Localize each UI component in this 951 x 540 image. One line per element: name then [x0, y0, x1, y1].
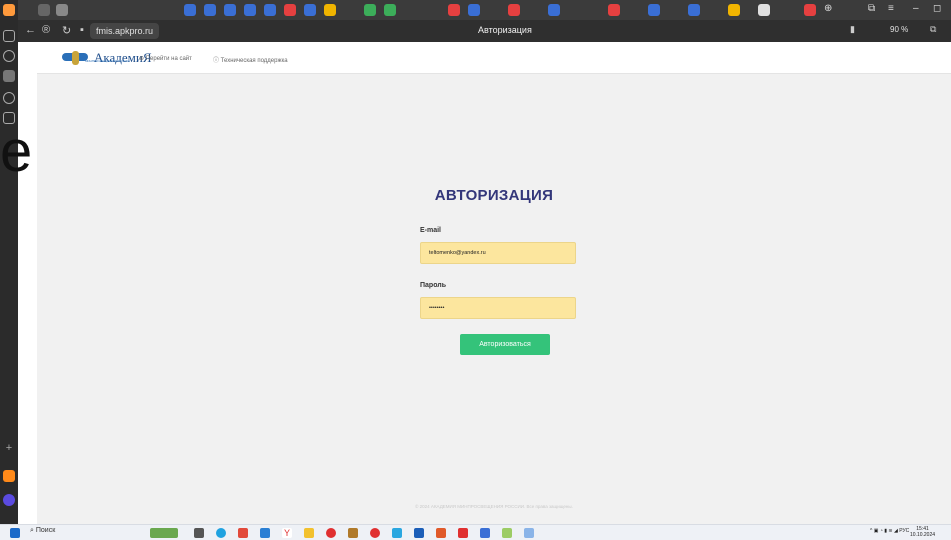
- tab-favicon[interactable]: [728, 4, 740, 16]
- url-text: fmis.apkpro.ru: [96, 26, 154, 36]
- address-bar-row: ← ® ↻ ▪ fmis.apkpro.ru Авторизация ▮ 90 …: [18, 20, 951, 42]
- app-icon[interactable]: [414, 528, 424, 538]
- tab-list-icon[interactable]: ⧉: [868, 3, 875, 14]
- tab-favicon[interactable]: [204, 4, 216, 16]
- notification-icon[interactable]: [3, 4, 15, 16]
- history-icon[interactable]: [3, 92, 15, 104]
- taskbar-search[interactable]: ⌕ Поиск: [30, 527, 55, 535]
- overlay-letter: e: [0, 119, 33, 184]
- browser-sidebar: +: [0, 0, 18, 524]
- add-icon[interactable]: +: [3, 442, 15, 454]
- extensions-icon[interactable]: ⧉: [930, 24, 936, 35]
- opera-icon[interactable]: [370, 528, 380, 538]
- reload-icon[interactable]: ↻: [62, 24, 71, 37]
- back-icon[interactable]: ←: [25, 24, 36, 36]
- tab-favicon[interactable]: [384, 4, 396, 16]
- go-to-site-link[interactable]: ⊕ Перейти на сайт: [139, 55, 192, 62]
- yandex-icon[interactable]: ®: [42, 24, 50, 36]
- address-input[interactable]: fmis.apkpro.ru: [90, 23, 160, 39]
- yandex-browser-icon[interactable]: Y: [282, 528, 292, 538]
- tab-favicon[interactable]: [648, 4, 660, 16]
- zoom-level[interactable]: 90 %: [890, 25, 908, 34]
- tab-favicon[interactable]: [324, 4, 336, 16]
- ai-icon[interactable]: [3, 70, 15, 82]
- tab-favicon[interactable]: [224, 4, 236, 16]
- email-label: E-mail: [420, 227, 442, 234]
- window-icon[interactable]: ◻: [933, 3, 941, 14]
- tab-favicon[interactable]: [284, 4, 296, 16]
- tab-favicon[interactable]: [264, 4, 276, 16]
- tab-favicon[interactable]: [508, 4, 520, 16]
- taskbar: ⌕ Поиск Y ^ ▣ ◔ ▮ ≋ ◢ РУС 15:41 10.10.20…: [0, 524, 951, 540]
- alice-icon[interactable]: [3, 494, 15, 506]
- app-icon[interactable]: [524, 528, 534, 538]
- app-icon[interactable]: [326, 528, 336, 538]
- language-indicator[interactable]: РУС: [899, 528, 909, 534]
- login-button[interactable]: Авторизоваться: [460, 334, 550, 355]
- app-icon[interactable]: [480, 528, 490, 538]
- auth-title: АВТОРИЗАЦИЯ: [434, 187, 554, 204]
- date: 10.10.2024: [910, 532, 936, 538]
- tab-favicon[interactable]: [804, 4, 816, 16]
- tab-favicon[interactable]: [244, 4, 256, 16]
- play-icon[interactable]: [3, 50, 15, 62]
- tab-favicon[interactable]: [548, 4, 560, 16]
- help-icon: ⓘ: [213, 58, 221, 64]
- tab-favicon[interactable]: [184, 4, 196, 16]
- lock-icon: ▪: [80, 24, 84, 36]
- tab-favicon[interactable]: [448, 4, 460, 16]
- email-field[interactable]: teltomenko@yandex.ru: [420, 242, 576, 264]
- store-icon[interactable]: [260, 528, 270, 538]
- app-icon[interactable]: [436, 528, 446, 538]
- tab-favicon[interactable]: [688, 4, 700, 16]
- menu-icon[interactable]: ≡: [888, 3, 894, 14]
- weather-widget-icon[interactable]: [150, 528, 178, 538]
- eagle-emblem-icon: [62, 50, 90, 66]
- start-icon[interactable]: [10, 528, 20, 538]
- tab-favicon[interactable]: [38, 4, 50, 16]
- password-field[interactable]: ••••••••: [420, 297, 576, 319]
- bookmark-icon[interactable]: ▮: [850, 24, 855, 35]
- active-tab[interactable]: [758, 4, 770, 16]
- tab-favicon[interactable]: [364, 4, 376, 16]
- app-icon[interactable]: [348, 528, 358, 538]
- web-page: АкадемиЯ МИНПРОСВЕЩЕНИЯ РОССИИ ⊕ Перейти…: [37, 42, 951, 524]
- page-title: Авторизация: [478, 25, 532, 35]
- new-tab-icon[interactable]: ⊕: [824, 3, 832, 14]
- system-tray[interactable]: ^ ▣ ◔ ▮ ≋ ◢ РУС: [870, 528, 909, 534]
- password-label: Пароль: [420, 282, 447, 289]
- tab-favicon[interactable]: [608, 4, 620, 16]
- tab-favicon[interactable]: [304, 4, 316, 16]
- tray-icons: ^ ▣ ◔ ▮ ≋ ◢: [870, 528, 900, 534]
- minimize-icon[interactable]: –: [913, 3, 919, 14]
- tab-favicon[interactable]: [468, 4, 480, 16]
- globe-icon: ⊕: [139, 56, 146, 62]
- panel-icon[interactable]: [3, 30, 15, 42]
- clock[interactable]: 15:41 10.10.2024: [910, 526, 935, 538]
- skype-icon[interactable]: [392, 528, 402, 538]
- support-link[interactable]: ⓘ Техническая поддержка: [213, 55, 288, 64]
- footer-copyright: © 2024 АКАДЕМИЯ МИНПРОСВЕЩЕНИЯ РОССИИ. В…: [415, 504, 573, 509]
- tab-favicon[interactable]: [56, 4, 68, 16]
- logo-subtitle: МИНПРОСВЕЩЕНИЯ РОССИИ: [85, 59, 130, 63]
- mail-icon[interactable]: [3, 470, 15, 482]
- site-header: АкадемиЯ МИНПРОСВЕЩЕНИЯ РОССИИ ⊕ Перейти…: [37, 42, 951, 74]
- tab-strip: ⊕ ⧉ ≡ – ◻: [18, 0, 951, 20]
- task-view-icon[interactable]: [194, 528, 204, 538]
- app-icon[interactable]: [238, 528, 248, 538]
- app-icon[interactable]: [458, 528, 468, 538]
- explorer-icon[interactable]: [304, 528, 314, 538]
- edge-icon[interactable]: [216, 528, 226, 538]
- app-icon[interactable]: [502, 528, 512, 538]
